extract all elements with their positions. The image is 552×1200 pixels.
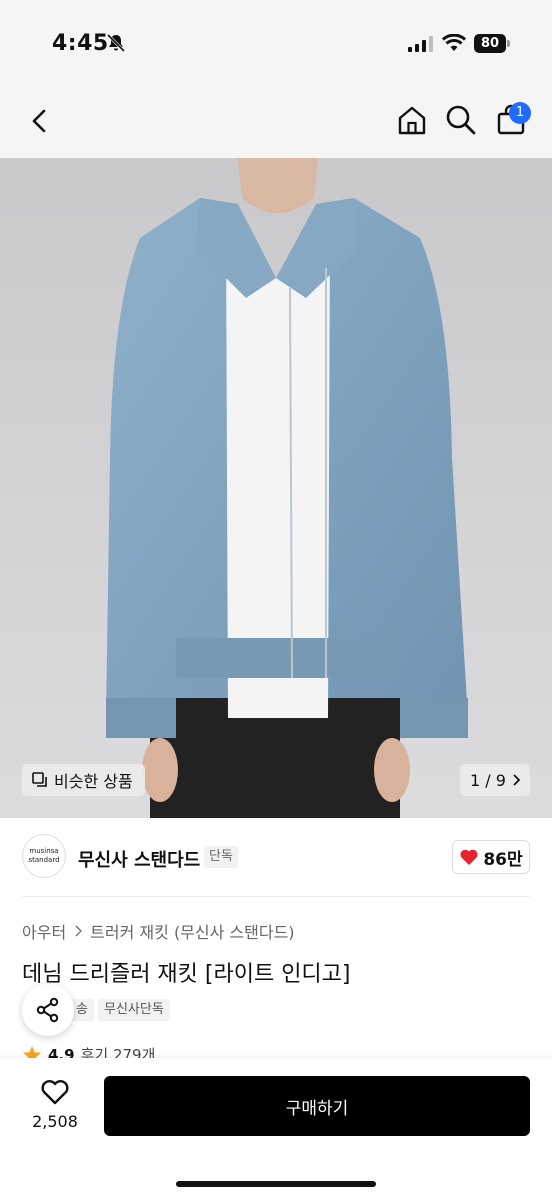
similar-products-button[interactable]: 비슷한 상품 (22, 764, 145, 796)
heart-outline-icon (41, 1080, 69, 1105)
status-time: 4:45 (52, 31, 109, 56)
breadcrumb: 아우터 트러커 재킷 (무신사 스탠다드) (22, 919, 295, 943)
exclusive-badge: 단독 (204, 846, 238, 868)
product-image[interactable] (0, 158, 552, 818)
wishlist-count: 2,508 (32, 1112, 78, 1131)
wishlist-button[interactable]: 2,508 (22, 1078, 88, 1138)
home-indicator (176, 1181, 376, 1187)
nav-bar (0, 84, 552, 158)
search-icon[interactable] (445, 104, 477, 136)
copy-icon (32, 772, 47, 787)
image-pager-label: 1 / 9 (470, 770, 506, 790)
share-button[interactable] (22, 984, 74, 1036)
brand-like-button[interactable]: 86만 (452, 840, 530, 874)
bell-off-icon (106, 33, 126, 53)
chevron-right-icon (75, 925, 83, 937)
brand-like-count: 86만 (483, 849, 523, 870)
product-photo (0, 158, 552, 818)
musinsa-exclusive-tag: 무신사단독 (98, 999, 170, 1021)
chevron-right-icon (513, 774, 520, 786)
brand-logo-line1: musinsa (29, 847, 59, 855)
buy-button[interactable]: 구매하기 (104, 1076, 530, 1136)
battery-icon: 80 (474, 34, 510, 53)
cart-count-badge: 1 (509, 102, 531, 124)
home-icon[interactable] (396, 104, 428, 136)
brand-logo[interactable]: musinsa standard (22, 834, 66, 878)
divider (22, 896, 530, 897)
back-arrow-icon[interactable] (26, 106, 54, 136)
breadcrumb-item[interactable]: 아우터 (22, 919, 66, 943)
similar-products-label: 비슷한 상품 (54, 772, 133, 791)
battery-level: 80 (474, 34, 506, 53)
brand-name[interactable]: 무신사 스탠다드 (78, 846, 200, 872)
status-bar: 4:45 80 (0, 0, 552, 84)
brand-logo-line2: standard (28, 856, 60, 864)
image-pager[interactable]: 1 / 9 (460, 764, 530, 796)
share-icon (36, 997, 59, 1023)
breadcrumb-item[interactable]: 트러커 재킷 (무신사 스탠다드) (90, 919, 294, 943)
wifi-icon (442, 34, 466, 51)
heart-filled-icon (460, 849, 478, 865)
product-title: 데님 드리즐러 재킷 [라이트 인디고] (22, 962, 351, 987)
cellular-signal-icon (408, 36, 433, 52)
